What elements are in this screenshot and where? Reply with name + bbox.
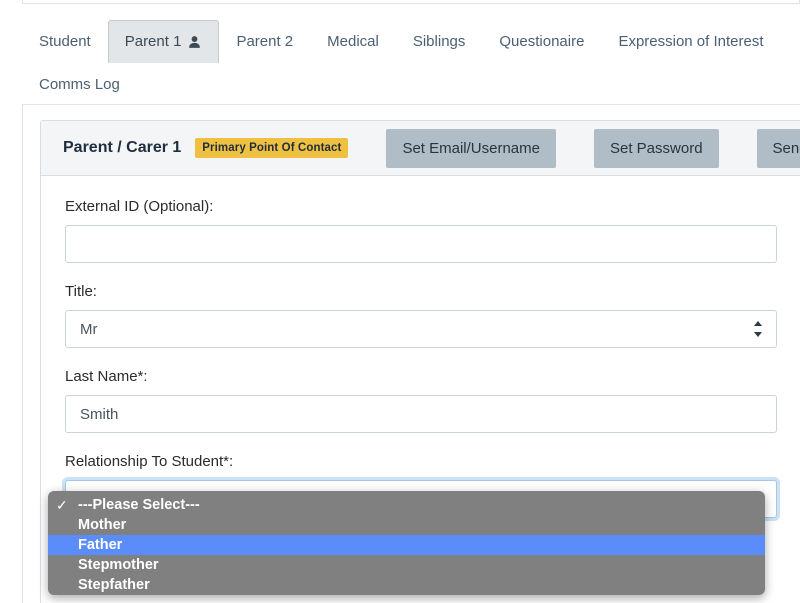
relationship-dropdown-list[interactable]: ✓ ---Please Select--- Mother Father Step… [48,491,765,595]
external-id-label: External ID (Optional): [65,198,787,215]
field-external-id: External ID (Optional): [65,198,787,263]
set-password-button[interactable]: Set Password [594,129,719,168]
tab-comms-log[interactable]: Comms Log [22,63,137,106]
card-header: Parent / Carer 1 Primary Point Of Contac… [41,121,800,176]
tab-student[interactable]: Student [22,20,108,63]
tab-parent-1[interactable]: Parent 1 [108,20,220,63]
set-email-username-button[interactable]: Set Email/Username [386,129,556,168]
dropdown-option-stepmother[interactable]: Stepmother [48,555,765,575]
tab-label: Expression of Interest [618,33,763,50]
person-icon [187,35,202,50]
relationship-label: Relationship To Student*: [65,453,787,470]
tab-label: Siblings [413,33,466,50]
dropdown-option-label: Mother [78,515,126,535]
tab-label: Medical [327,33,379,50]
dropdown-option-label: Stepmother [78,555,159,575]
last-name-input[interactable] [65,395,777,433]
dropdown-option-please-select[interactable]: ✓ ---Please Select--- [48,495,765,515]
title-label: Title: [65,283,787,300]
dropdown-option-mother[interactable]: Mother [48,515,765,535]
tab-label: Parent 1 [125,32,182,51]
field-last-name: Last Name*: [65,368,787,433]
tab-bar: Student Parent 1 Parent 2 Medical Siblin… [22,20,800,106]
check-icon: ✓ [56,497,78,514]
top-container-edge [22,0,800,4]
tab-parent-2[interactable]: Parent 2 [219,20,310,63]
status-badge: Primary Point Of Contact [195,138,348,158]
last-name-label: Last Name*: [65,368,787,385]
send-password-button[interactable]: Send Password [757,129,800,168]
page-root: Student Parent 1 Parent 2 Medical Siblin… [0,0,800,603]
external-id-input[interactable] [65,225,777,263]
tab-label: Parent 2 [236,33,293,50]
tab-label: Questionaire [499,33,584,50]
dropdown-option-father[interactable]: Father [48,535,765,555]
dropdown-option-stepfather[interactable]: Stepfather [48,575,765,595]
tab-siblings[interactable]: Siblings [396,20,483,63]
title-select-wrap [65,310,777,348]
tab-label: Student [39,33,91,50]
tab-expression-of-interest[interactable]: Expression of Interest [601,20,780,63]
dropdown-option-label: Stepfather [78,575,150,595]
card-body: External ID (Optional): Title: Last Na [41,176,800,518]
title-select[interactable] [65,310,777,348]
dropdown-option-label: ---Please Select--- [78,495,200,515]
tab-questionaire[interactable]: Questionaire [482,20,601,63]
tab-medical[interactable]: Medical [310,20,396,63]
card-title: Parent / Carer 1 [63,139,181,157]
field-title: Title: [65,283,787,348]
dropdown-option-label: Father [78,535,122,555]
tab-label: Comms Log [39,76,120,93]
